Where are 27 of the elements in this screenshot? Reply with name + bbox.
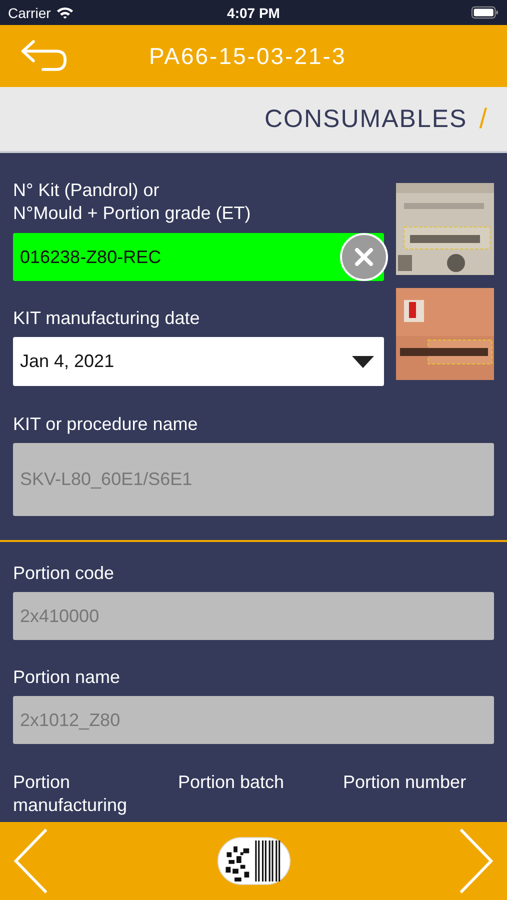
- field-label: KIT manufacturing date: [13, 308, 201, 329]
- field-label: Portion name: [13, 667, 122, 688]
- chevron-left-icon: [12, 827, 50, 895]
- back-arrow-icon: [20, 38, 68, 74]
- carrier-label: Carrier: [8, 4, 51, 20]
- field-label: N° Kit (Pandrol) or N°Mould + Portion grade (ET): [13, 179, 252, 225]
- chevron-right-icon: [457, 827, 495, 895]
- wifi-icon: [56, 6, 74, 19]
- field-label: KIT or procedure name: [13, 414, 199, 435]
- next-button[interactable]: [457, 827, 495, 895]
- screen-title: PA66-15-03-21-3: [149, 42, 346, 70]
- scan-button[interactable]: [216, 836, 290, 886]
- column-label: Portion batch: [178, 771, 286, 794]
- column-label: Portion manufacturing: [13, 771, 128, 817]
- date-dropdown[interactable]: Jan 4, 2021: [13, 337, 384, 386]
- previous-button[interactable]: [12, 827, 50, 895]
- barcode-icon: [216, 836, 290, 886]
- column-label: Portion number: [343, 771, 468, 794]
- clock-label: 4:07 PM: [227, 4, 280, 20]
- back-button[interactable]: [20, 38, 68, 74]
- caret-icon: [352, 356, 374, 368]
- clear-button[interactable]: [340, 233, 388, 281]
- section-title: CONSUMABLES: [264, 104, 468, 134]
- close-icon: [354, 247, 374, 267]
- slash-mark: /: [479, 103, 487, 135]
- battery-icon: [471, 6, 499, 19]
- field-label: Portion code: [13, 563, 116, 584]
